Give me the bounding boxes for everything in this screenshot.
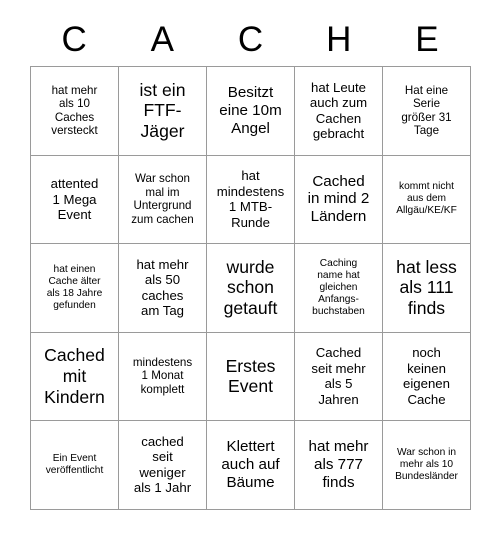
bingo-cell-text: mindestens 1 Monat komplett bbox=[132, 355, 193, 397]
bingo-cell[interactable]: Erstes Event bbox=[207, 332, 295, 421]
bingo-cell[interactable]: Cached mit Kindern bbox=[31, 332, 119, 421]
bingo-cell-text: hat Leute auch zum Cachen gebracht bbox=[309, 79, 368, 142]
bingo-card: C A C H E hat mehr als 10 Caches verstec… bbox=[30, 14, 471, 510]
bingo-cell-text: hat mehr als 10 Caches versteckt bbox=[51, 83, 98, 138]
bingo-cell[interactable]: Klettert auch auf Bäume bbox=[207, 421, 295, 510]
bingo-cell[interactable]: Caching name hat gleichen Anfangs- buchs… bbox=[295, 244, 383, 333]
bingo-cell-text: War schon in mehr als 10 Bundesländer bbox=[395, 446, 458, 482]
bingo-cell[interactable]: ist ein FTF- Jäger bbox=[119, 67, 207, 156]
header-letter-5: E bbox=[415, 20, 439, 59]
bingo-cell[interactable]: Besitzt eine 10m Angel bbox=[207, 67, 295, 156]
bingo-cell[interactable]: hat mehr als 777 finds bbox=[295, 421, 383, 510]
bingo-row: hat einen Cache älter als 18 Jahre gefun… bbox=[31, 244, 471, 333]
bingo-cell-text: Cached seit mehr als 5 Jahren bbox=[311, 345, 366, 407]
bingo-cell[interactable]: hat mehr als 10 Caches versteckt bbox=[31, 67, 119, 156]
bingo-cell[interactable]: attented 1 Mega Event bbox=[31, 155, 119, 244]
bingo-cell-text: War schon mal im Untergrund zum cachen bbox=[131, 172, 194, 226]
header-letter-3: C bbox=[237, 20, 264, 59]
bingo-cell-text: Cached mit Kindern bbox=[44, 345, 105, 407]
bingo-cell[interactable]: Cached in mind 2 Ländern bbox=[295, 155, 383, 244]
bingo-cell-text: noch keinen eigenen Cache bbox=[403, 345, 450, 407]
bingo-cell-text: cached seit weniger als 1 Jahr bbox=[133, 433, 192, 496]
bingo-cell-text: hat mehr als 777 finds bbox=[308, 438, 369, 491]
bingo-cell[interactable]: noch keinen eigenen Cache bbox=[383, 332, 471, 421]
bingo-cell-text: Hat eine Serie größer 31 Tage bbox=[401, 83, 452, 138]
bingo-header: C A C H E bbox=[30, 14, 471, 66]
bingo-cell[interactable]: hat einen Cache älter als 18 Jahre gefun… bbox=[31, 244, 119, 333]
header-letter-2: A bbox=[150, 20, 174, 59]
bingo-cell[interactable]: mindestens 1 Monat komplett bbox=[119, 332, 207, 421]
bingo-cell[interactable]: kommt nicht aus dem Allgäu/KE/KF bbox=[383, 155, 471, 244]
bingo-cell[interactable]: Cached seit mehr als 5 Jahren bbox=[295, 332, 383, 421]
bingo-cell[interactable]: hat mindestens 1 MTB- Runde bbox=[207, 155, 295, 244]
bingo-cell-text: hat mindestens 1 MTB- Runde bbox=[216, 168, 285, 230]
bingo-cell-text: Ein Event veröffentlicht bbox=[45, 452, 104, 476]
bingo-cell-text: Caching name hat gleichen Anfangs- buchs… bbox=[312, 257, 365, 317]
bingo-cell-text: hat mehr als 50 caches am Tag bbox=[136, 256, 189, 319]
bingo-grid: hat mehr als 10 Caches versteckt ist ein… bbox=[30, 66, 471, 510]
bingo-cell[interactable]: War schon in mehr als 10 Bundesländer bbox=[383, 421, 471, 510]
bingo-cell[interactable]: Ein Event veröffentlicht bbox=[31, 421, 119, 510]
bingo-row: hat mehr als 10 Caches versteckt ist ein… bbox=[31, 67, 471, 156]
bingo-cell-text: Cached in mind 2 Ländern bbox=[307, 172, 370, 226]
bingo-row: Cached mit Kindern mindestens 1 Monat ko… bbox=[31, 332, 471, 421]
bingo-cell[interactable]: wurde schon getauft bbox=[207, 244, 295, 333]
bingo-cell-text: hat einen Cache älter als 18 Jahre gefun… bbox=[46, 263, 103, 311]
bingo-cell[interactable]: Hat eine Serie größer 31 Tage bbox=[383, 67, 471, 156]
bingo-cell-text: Erstes Event bbox=[225, 355, 276, 397]
bingo-row: Ein Event veröffentlicht cached seit wen… bbox=[31, 421, 471, 510]
header-letter-1: C bbox=[61, 20, 87, 59]
bingo-cell[interactable]: hat mehr als 50 caches am Tag bbox=[119, 244, 207, 333]
bingo-cell-text: attented 1 Mega Event bbox=[50, 176, 99, 222]
header-letter-4: H bbox=[326, 20, 352, 59]
bingo-cell-text: ist ein FTF- Jäger bbox=[139, 79, 186, 142]
bingo-row: attented 1 Mega Event War schon mal im U… bbox=[31, 155, 471, 244]
bingo-cell-text: kommt nicht aus dem Allgäu/KE/KF bbox=[396, 181, 457, 217]
bingo-cell-text: Klettert auch auf Bäume bbox=[221, 438, 280, 491]
bingo-cell[interactable]: War schon mal im Untergrund zum cachen bbox=[119, 155, 207, 244]
bingo-cell[interactable]: cached seit weniger als 1 Jahr bbox=[119, 421, 207, 510]
bingo-cell[interactable]: hat less als 111 finds bbox=[383, 244, 471, 333]
bingo-cell-text: hat less als 111 finds bbox=[396, 256, 457, 319]
bingo-cell[interactable]: hat Leute auch zum Cachen gebracht bbox=[295, 67, 383, 156]
bingo-cell-text: Besitzt eine 10m Angel bbox=[219, 84, 282, 137]
bingo-cell-text: wurde schon getauft bbox=[223, 256, 278, 319]
